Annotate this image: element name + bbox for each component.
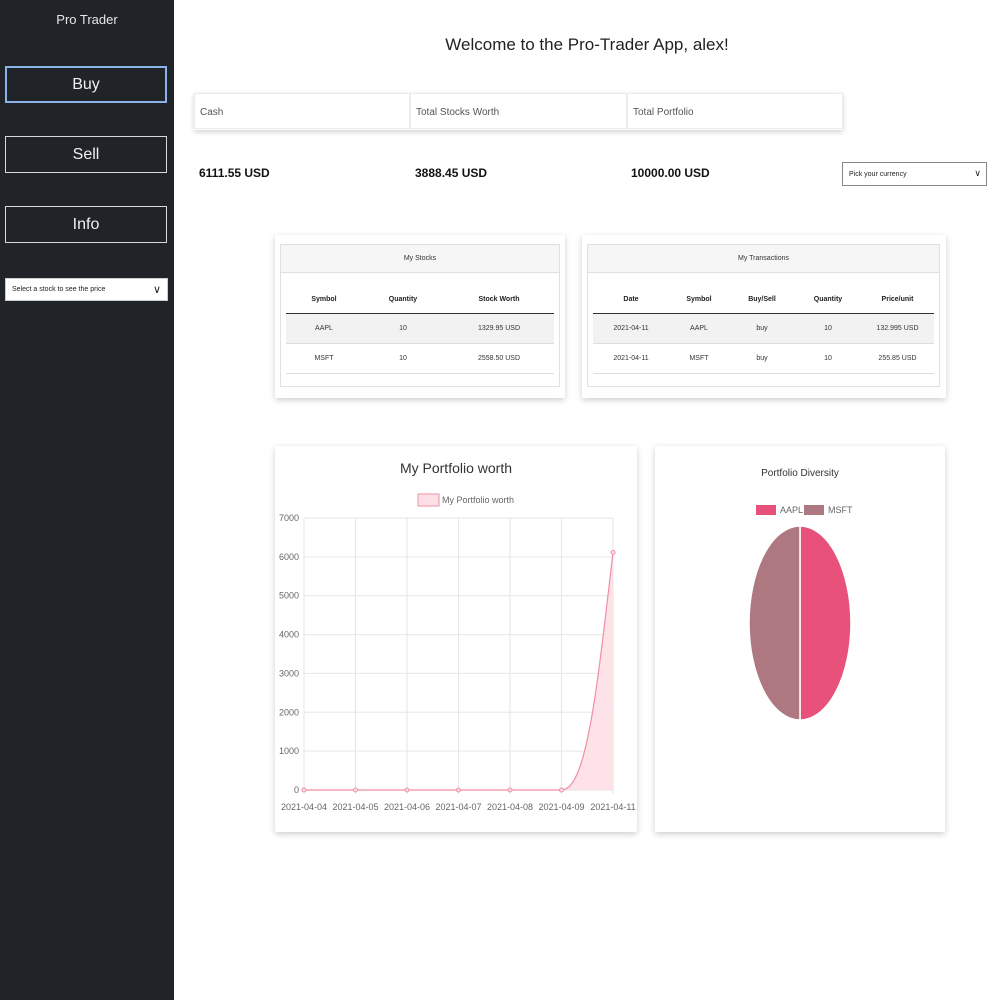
table-cell: 2021-04-11 — [593, 343, 669, 374]
table-cell: 10 — [362, 313, 444, 344]
my-transactions-panel: My Transactions Date Symbol Buy/Sell Qua… — [587, 244, 940, 387]
chevron-down-icon: ∨ — [152, 284, 161, 296]
x-tick-label: 2021-04-06 — [384, 802, 430, 812]
legend-label: AAPL — [780, 505, 803, 515]
summary-bar: Cash Total Stocks Worth Total Portfolio — [194, 93, 843, 130]
data-point — [610, 550, 616, 556]
x-tick-label: 2021-04-05 — [332, 802, 378, 812]
portfolio-diversity-card: Portfolio Diversity AAPL MSFT — [655, 446, 945, 832]
data-point — [404, 787, 410, 793]
sell-button[interactable]: Sell — [5, 136, 167, 173]
stock-select[interactable]: Select a stock to see the price ∨ — [5, 278, 168, 301]
column-header: Buy/Sell — [729, 285, 795, 314]
x-tick-label: 2021-04-04 — [281, 802, 327, 812]
portfolio-worth-chart: My Portfolio worth 0 1000 2000 3000 4000 5000 6… — [279, 493, 636, 812]
table-row: MSFT 10 2558.50 USD — [286, 343, 554, 374]
y-tick-label: 3000 — [279, 668, 299, 678]
currency-select-value: Pick your currency — [849, 170, 907, 178]
total-portfolio-value: 10000.00 USD — [631, 166, 710, 180]
column-header: Price/unit — [861, 285, 934, 314]
my-stocks-panel: My Stocks Symbol Quantity Stock Worth AA… — [280, 244, 560, 387]
y-tick-label: 4000 — [279, 630, 299, 640]
stock-select-value: Select a stock to see the price — [12, 286, 106, 293]
column-header: Symbol — [669, 285, 729, 314]
total-portfolio-label: Total Portfolio — [627, 93, 843, 129]
column-header: Stock Worth — [444, 285, 554, 314]
stocks-worth-value: 3888.45 USD — [415, 166, 488, 180]
y-tick-label: 7000 — [279, 513, 299, 523]
pie-slice — [799, 525, 852, 721]
table-cell: 2558.50 USD — [444, 343, 554, 374]
info-button[interactable]: Info — [5, 206, 167, 243]
data-point — [301, 787, 307, 793]
legend-label: MSFT — [828, 505, 853, 515]
x-tick-label: 2021-04-09 — [538, 802, 584, 812]
data-point — [507, 787, 513, 793]
table-cell: 2021-04-11 — [593, 313, 669, 344]
stocks-worth-label: Total Stocks Worth — [410, 93, 627, 129]
table-cell: 1329.95 USD — [444, 313, 554, 344]
legend-swatch — [756, 505, 776, 515]
table-row: 2021-04-11 MSFT buy 10 255.85 USD — [593, 343, 934, 374]
my-transactions-card: My Transactions Date Symbol Buy/Sell Qua… — [582, 235, 946, 398]
app-brand: Pro Trader — [56, 12, 118, 27]
portfolio-worth-card: My Portfolio worth My Portfolio worth 0 10… — [275, 446, 637, 832]
table-cell: buy — [729, 343, 795, 374]
portfolio-diversity-chart: AAPL MSFT — [748, 505, 853, 721]
sidebar: Pro Trader Buy Sell Info Select a stock … — [0, 0, 174, 1000]
data-point — [559, 787, 564, 793]
table-cell: 10 — [362, 343, 444, 374]
column-header: Date — [593, 285, 669, 314]
legend-swatch — [804, 505, 824, 515]
column-header: Quantity — [362, 285, 444, 314]
my-stocks-title: My Stocks — [281, 245, 559, 273]
currency-select[interactable]: Pick your currency ∨ — [842, 162, 987, 186]
buy-button[interactable]: Buy — [5, 66, 167, 103]
table-row: AAPL 10 1329.95 USD — [286, 313, 554, 344]
table-cell: buy — [729, 313, 795, 344]
y-tick-label: 6000 — [279, 552, 299, 562]
table-row: 2021-04-11 AAPL buy 10 132.995 USD — [593, 313, 934, 344]
data-point — [456, 787, 461, 793]
y-tick-label: 1000 — [279, 746, 299, 756]
y-tick-label: 2000 — [279, 707, 299, 717]
table-cell: MSFT — [286, 343, 362, 374]
x-tick-label: 2021-04-11 — [590, 802, 635, 812]
cash-label: Cash — [194, 93, 410, 129]
column-header: Quantity — [795, 285, 861, 314]
my-stocks-table: Symbol Quantity Stock Worth AAPL 10 1329… — [286, 285, 554, 374]
table-cell: 132.995 USD — [861, 313, 934, 344]
pie-slice — [748, 525, 801, 721]
cash-value: 6111.55 USD — [199, 166, 270, 180]
table-cell: MSFT — [669, 343, 729, 374]
my-stocks-card: My Stocks Symbol Quantity Stock Worth AA… — [275, 235, 565, 398]
column-header: Symbol — [286, 285, 362, 314]
table-cell: AAPL — [286, 313, 362, 344]
table-cell: 255.85 USD — [861, 343, 934, 374]
x-tick-label: 2021-04-07 — [435, 802, 481, 812]
page-title: Welcome to the Pro-Trader App, alex! — [445, 35, 729, 54]
my-transactions-table: Date Symbol Buy/Sell Quantity Price/unit… — [593, 285, 934, 374]
table-cell: 10 — [795, 343, 861, 374]
legend-label: My Portfolio worth — [442, 495, 514, 505]
chevron-down-icon: ∨ — [974, 168, 981, 178]
table-cell: AAPL — [669, 313, 729, 344]
table-cell: 10 — [795, 313, 861, 344]
y-tick-label: 0 — [294, 785, 299, 795]
legend-swatch — [417, 493, 440, 507]
x-tick-label: 2021-04-08 — [487, 802, 533, 812]
y-tick-label: 5000 — [279, 591, 299, 601]
data-point — [353, 787, 358, 793]
my-transactions-title: My Transactions — [588, 245, 939, 273]
